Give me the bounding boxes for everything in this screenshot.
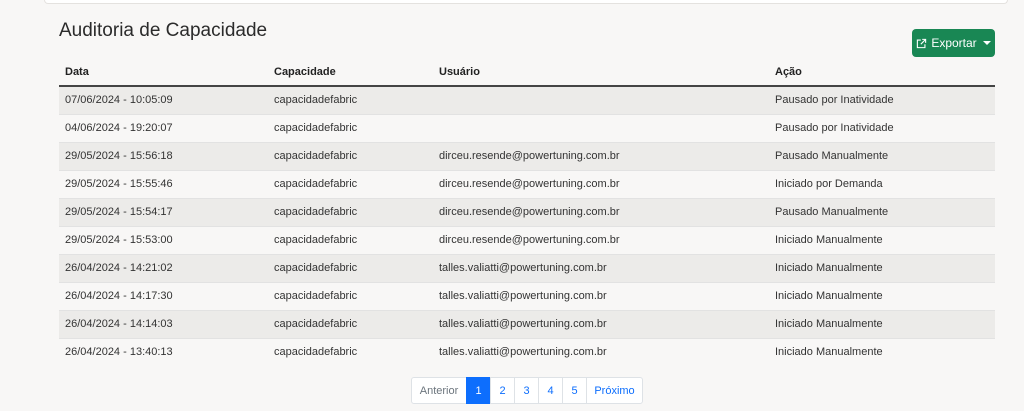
pagination-previous[interactable]: Anterior xyxy=(411,377,467,404)
cell-usuario xyxy=(433,85,769,114)
pagination-page-3[interactable]: 3 xyxy=(514,377,539,404)
cell-acao: Iniciado Manualmente xyxy=(769,225,995,254)
cell-usuario: talles.valiatti@powertuning.com.br xyxy=(433,281,769,310)
cell-data: 29/05/2024 - 15:55:46 xyxy=(59,169,268,198)
cell-capacidade: capacidadefabric xyxy=(268,337,433,366)
pagination-page-1[interactable]: 1 xyxy=(466,377,491,404)
page-title: Auditoria de Capacidade xyxy=(59,20,268,41)
cell-data: 29/05/2024 - 15:54:17 xyxy=(59,197,268,226)
cell-acao: Iniciado Manualmente xyxy=(769,281,995,310)
cell-acao: Iniciado Manualmente xyxy=(769,309,995,338)
cell-capacidade: capacidadefabric xyxy=(268,281,433,310)
cell-capacidade: capacidadefabric xyxy=(268,141,433,170)
cell-data: 29/05/2024 - 15:53:00 xyxy=(59,225,268,254)
pagination-page-4[interactable]: 4 xyxy=(538,377,563,404)
export-button[interactable]: Exportar xyxy=(912,29,995,57)
pagination-next[interactable]: Próximo xyxy=(586,377,643,404)
pagination-page-5[interactable]: 5 xyxy=(562,377,587,404)
cell-data: 26/04/2024 - 13:40:13 xyxy=(59,337,268,366)
cell-capacidade: capacidadefabric xyxy=(268,85,433,114)
table-row[interactable]: 29/05/2024 - 15:56:18 capacidadefabric dir… xyxy=(59,141,995,170)
column-header-data[interactable]: Data xyxy=(59,58,268,87)
table-row[interactable]: 29/05/2024 - 15:55:46 capacidadefabric dir… xyxy=(59,169,995,198)
table-row[interactable]: 29/05/2024 - 15:54:17 capacidadefabric dir… xyxy=(59,197,995,226)
top-card xyxy=(44,0,1008,4)
cell-acao: Iniciado Manualmente xyxy=(769,253,995,282)
table-row[interactable]: 07/06/2024 - 10:05:09 capacidadefabric Pau… xyxy=(59,85,995,114)
table-row[interactable]: 29/05/2024 - 15:53:00 capacidadefabric dir… xyxy=(59,225,995,254)
table-row[interactable]: 04/06/2024 - 19:20:07 capacidadefabric Pau… xyxy=(59,113,995,142)
cell-usuario: talles.valiatti@powertuning.com.br xyxy=(433,253,769,282)
cell-capacidade: capacidadefabric xyxy=(268,113,433,142)
export-label: Exportar xyxy=(931,36,977,50)
table-header-row: Data Capacidade Usuário Ação xyxy=(59,58,995,87)
cell-usuario xyxy=(433,113,769,142)
cell-usuario: talles.valiatti@powertuning.com.br xyxy=(433,309,769,338)
cell-acao: Pausado por Inatividade xyxy=(769,113,995,142)
column-header-acao[interactable]: Ação xyxy=(769,58,995,87)
cell-capacidade: capacidadefabric xyxy=(268,253,433,282)
cell-capacidade: capacidadefabric xyxy=(268,197,433,226)
cell-usuario: dirceu.resende@powertuning.com.br xyxy=(433,225,769,254)
cell-acao: Pausado Manualmente xyxy=(769,141,995,170)
cell-data: 04/06/2024 - 19:20:07 xyxy=(59,113,268,142)
cell-usuario: dirceu.resende@powertuning.com.br xyxy=(433,197,769,226)
cell-acao: Iniciado Manualmente xyxy=(769,337,995,366)
column-header-capacidade[interactable]: Capacidade xyxy=(268,58,433,87)
cell-acao: Pausado Manualmente xyxy=(769,197,995,226)
pagination-page-2[interactable]: 2 xyxy=(490,377,515,404)
cell-usuario: dirceu.resende@powertuning.com.br xyxy=(433,141,769,170)
external-link-icon xyxy=(917,38,927,48)
cell-capacidade: capacidadefabric xyxy=(268,225,433,254)
cell-capacidade: capacidadefabric xyxy=(268,309,433,338)
pagination: Anterior 1 2 3 4 5 Próximo xyxy=(411,377,643,404)
cell-acao: Iniciado por Demanda xyxy=(769,169,995,198)
cell-data: 26/04/2024 - 14:17:30 xyxy=(59,281,268,310)
caret-down-icon xyxy=(982,41,991,45)
cell-usuario: dirceu.resende@powertuning.com.br xyxy=(433,169,769,198)
column-header-usuario[interactable]: Usuário xyxy=(433,58,769,87)
table-row[interactable]: 26/04/2024 - 13:40:13 capacidadefabric tal… xyxy=(59,337,995,366)
table-row[interactable]: 26/04/2024 - 14:17:30 capacidadefabric tal… xyxy=(59,281,995,310)
cell-capacidade: capacidadefabric xyxy=(268,169,433,198)
cell-data: 07/06/2024 - 10:05:09 xyxy=(59,85,268,114)
table-row[interactable]: 26/04/2024 - 14:21:02 capacidadefabric tal… xyxy=(59,253,995,282)
cell-usuario: talles.valiatti@powertuning.com.br xyxy=(433,337,769,366)
cell-data: 29/05/2024 - 15:56:18 xyxy=(59,141,268,170)
cell-acao: Pausado por Inatividade xyxy=(769,85,995,114)
cell-data: 26/04/2024 - 14:14:03 xyxy=(59,309,268,338)
audit-table: Data Capacidade Usuário Ação 07/06/2024 … xyxy=(59,58,995,366)
cell-data: 26/04/2024 - 14:21:02 xyxy=(59,253,268,282)
table-row[interactable]: 26/04/2024 - 14:14:03 capacidadefabric tal… xyxy=(59,309,995,338)
